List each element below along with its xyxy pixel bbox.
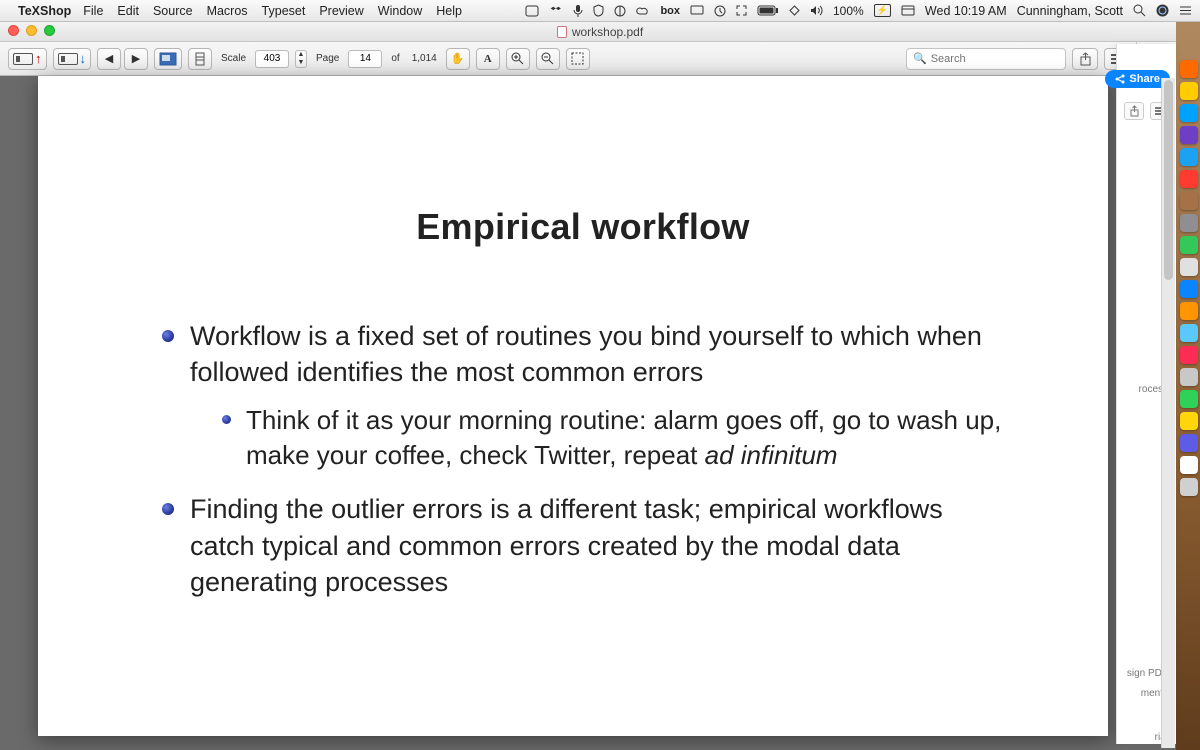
onedrive-icon[interactable] (614, 5, 626, 17)
timemachine-icon[interactable] (714, 5, 726, 17)
mic-icon[interactable] (573, 4, 583, 17)
drawer-toggle-button[interactable]: ↑ (8, 48, 47, 70)
window-zoom-button[interactable] (44, 25, 55, 36)
menu-edit[interactable]: Edit (117, 4, 139, 18)
notification-center-icon[interactable] (1179, 5, 1192, 16)
acrobat-upload-icon[interactable] (1124, 102, 1144, 120)
dock-app-icon[interactable] (1180, 148, 1198, 166)
window-titlebar[interactable]: workshop.pdf (0, 22, 1200, 42)
page-input[interactable] (348, 50, 382, 68)
macos-menubar: TeXShop File Edit Source Macros Typeset … (0, 0, 1200, 22)
zoom-out-button[interactable] (536, 48, 560, 70)
status-icon[interactable] (525, 5, 539, 17)
slide-title: Empirical workflow (158, 206, 1008, 248)
charging-badge: ⚡ (874, 4, 891, 17)
pdf-page: Empirical workflow Workflow is a fixed s… (38, 76, 1108, 736)
document-proxy-icon[interactable] (557, 26, 567, 38)
dock-app-icon[interactable] (1180, 456, 1198, 474)
of-label: of (391, 53, 399, 64)
dock-app-icon[interactable] (1180, 214, 1198, 232)
share-button[interactable] (1072, 48, 1098, 70)
bullet-2-text: Finding the outlier errors is a differen… (190, 494, 943, 597)
scrollbar-thumb[interactable] (1164, 80, 1173, 280)
menu-source[interactable]: Source (153, 4, 193, 18)
bullet-1-sub-text: Think of it as your morning routine: ala… (246, 405, 1001, 470)
menubar-clock[interactable]: Wed 10:19 AM (925, 4, 1007, 18)
dock-app-icon[interactable] (1180, 434, 1198, 452)
menu-typeset[interactable]: Typeset (262, 4, 306, 18)
creative-cloud-icon[interactable] (636, 6, 650, 16)
menu-help[interactable]: Help (436, 4, 462, 18)
view-mode-button[interactable] (154, 48, 182, 70)
dock-app-icon[interactable] (1180, 280, 1198, 298)
search-input[interactable] (931, 53, 1059, 65)
scale-input[interactable] (255, 50, 289, 68)
bullet-1-sub-em: ad infinitum (705, 440, 838, 470)
app-name[interactable]: TeXShop (18, 4, 71, 18)
next-page-button[interactable]: ▶ (124, 48, 148, 70)
traffic-lights (8, 25, 55, 36)
dock-app-icon[interactable] (1180, 82, 1198, 100)
zoom-in-button[interactable] (506, 48, 530, 70)
acrobat-share-label: Share (1129, 73, 1160, 85)
search-icon: 🔍 (913, 52, 927, 65)
dock-app-icon[interactable] (1180, 236, 1198, 254)
dock-app-icon[interactable] (1180, 104, 1198, 122)
dropbox-icon[interactable] (549, 5, 563, 17)
dock-app-icon[interactable] (1180, 346, 1198, 364)
dock-app-icon[interactable] (1180, 302, 1198, 320)
box-icon[interactable]: box (660, 5, 680, 17)
dock-partial (1180, 60, 1198, 496)
display-icon[interactable] (690, 5, 704, 16)
drawer-toggle-down-button[interactable]: ↓ (53, 48, 92, 70)
fullscreen-icon[interactable] (736, 5, 747, 16)
dock-app-icon[interactable] (1180, 368, 1198, 386)
dock-app-icon[interactable] (1180, 324, 1198, 342)
toolbar-search[interactable]: 🔍 (906, 48, 1066, 70)
scale-stepper[interactable]: ▲▼ (295, 50, 307, 68)
page-label: Page (316, 53, 339, 64)
battery-percent: 100% (833, 4, 864, 18)
hand-tool-button[interactable]: ✋ (446, 48, 470, 70)
menu-file[interactable]: File (83, 4, 103, 18)
dock-app-icon[interactable] (1180, 126, 1198, 144)
diamond-icon[interactable] (789, 5, 800, 16)
menu-preview[interactable]: Preview (319, 4, 363, 18)
bullet-1-sub: Think of it as your morning routine: ala… (190, 403, 1008, 473)
siri-icon[interactable] (1156, 4, 1169, 17)
menu-window[interactable]: Window (378, 4, 422, 18)
scale-label: Scale (221, 53, 246, 64)
dock-app-icon[interactable] (1180, 478, 1198, 496)
bullet-1: Workflow is a fixed set of routines you … (158, 318, 1008, 473)
window-minimize-button[interactable] (26, 25, 37, 36)
shield-icon[interactable] (593, 4, 604, 17)
dock-app-icon[interactable] (1180, 412, 1198, 430)
dock-app-icon[interactable] (1180, 390, 1198, 408)
spotlight-icon[interactable] (1133, 4, 1146, 17)
fit-page-button[interactable] (188, 48, 212, 70)
menu-macros[interactable]: Macros (207, 4, 248, 18)
dock-app-icon[interactable] (1180, 60, 1198, 78)
window-close-button[interactable] (8, 25, 19, 36)
pdf-canvas-background: Empirical workflow Workflow is a fixed s… (0, 76, 1200, 750)
input-source-icon[interactable] (901, 5, 915, 16)
vertical-scrollbar[interactable] (1161, 78, 1175, 748)
dock-app-icon[interactable] (1180, 258, 1198, 276)
prev-page-button[interactable]: ◀ (97, 48, 121, 70)
page-total: 1,014 (412, 53, 437, 64)
volume-icon[interactable] (810, 5, 823, 16)
pdf-toolbar: ↑ ↓ ◀ ▶ Scale ▲▼ Page of 1,014 ✋ A 🔍 Sig… (0, 42, 1200, 76)
dock-app-icon[interactable] (1180, 170, 1198, 188)
marquee-button[interactable] (566, 48, 590, 70)
menubar-user[interactable]: Cunningham, Scott (1017, 4, 1123, 18)
window-title: workshop.pdf (572, 25, 643, 39)
text-select-button[interactable]: A (476, 48, 500, 70)
bullet-1-text: Workflow is a fixed set of routines you … (190, 321, 982, 387)
bullet-2: Finding the outlier errors is a differen… (158, 491, 1008, 600)
dock-app-icon[interactable] (1180, 192, 1198, 210)
slide-content: Empirical workflow Workflow is a fixed s… (38, 76, 1108, 736)
battery-icon[interactable] (757, 5, 779, 16)
